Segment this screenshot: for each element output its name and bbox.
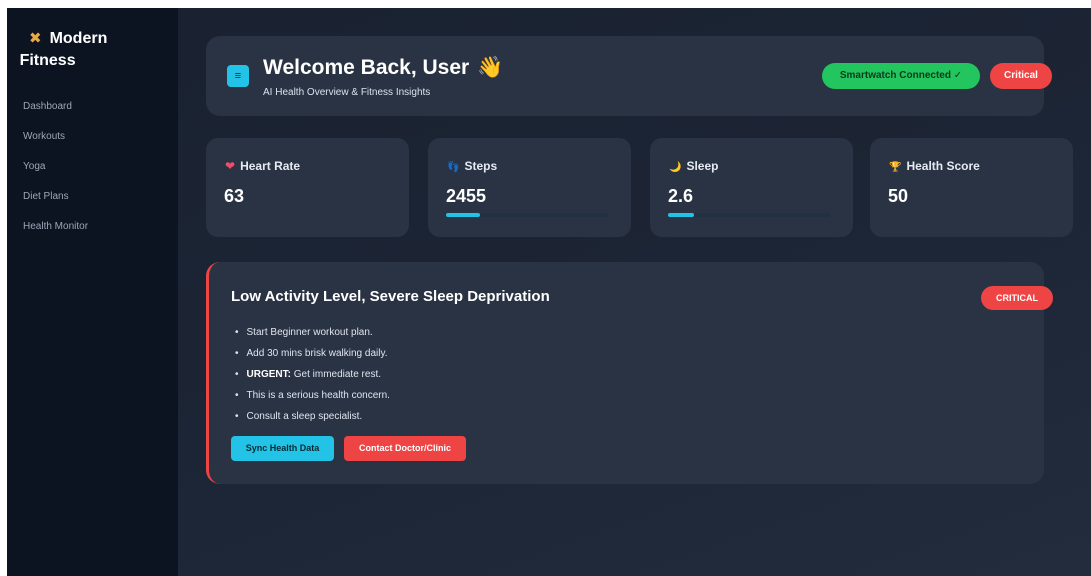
- stat-card-sleep: 🌙 Sleep 2.6: [650, 138, 853, 237]
- alert-title: Low Activity Level, Severe Sleep Depriva…: [231, 288, 550, 305]
- contact-doctor-button[interactable]: Contact Doctor/Clinic: [344, 436, 466, 461]
- main-content: ≡ Welcome Back, User 👋 AI Health Overview…: [178, 8, 1091, 576]
- urgent-label: URGENT:: [246, 369, 291, 380]
- health-score-value: 50: [888, 186, 909, 206]
- sidebar-item-health-monitor[interactable]: Health Monitor: [23, 212, 178, 242]
- brand-name-line1: Modern: [49, 30, 108, 47]
- list-item-text: Get immediate rest.: [290, 369, 381, 380]
- trophy-icon: 🏆: [889, 162, 902, 173]
- critical-badge: CRITICAL: [981, 286, 1053, 310]
- steps-progress-bar: [446, 213, 608, 217]
- stat-label: ❤ Heart Rate: [225, 159, 300, 173]
- moon-icon: 🌙: [669, 162, 682, 173]
- steps-value: 2455: [446, 186, 487, 206]
- heart-icon: ❤: [225, 159, 236, 173]
- welcome-text: Welcome Back, User: [263, 56, 470, 79]
- brand-name-line2: Fitness: [19, 52, 76, 69]
- welcome-header: ≡ Welcome Back, User 👋 AI Health Overview…: [206, 36, 1052, 116]
- sidebar-item-workouts[interactable]: Workouts: [23, 122, 178, 152]
- health-alert-card: Low Activity Level, Severe Sleep Depriva…: [206, 262, 1053, 484]
- page-title: Welcome Back, User 👋: [263, 56, 503, 80]
- sidebar-item-diet-plans[interactable]: Diet Plans: [23, 182, 178, 212]
- sidebar: ✖ Modern Fitness Dashboard Workouts Yoga…: [7, 8, 178, 576]
- sleep-progress-fill: [668, 213, 694, 217]
- sidebar-item-dashboard[interactable]: Dashboard: [23, 92, 178, 122]
- steps-icon: 👣: [447, 162, 460, 173]
- recommendation-list: • Start Beginner workout plan. • Add 30 mi…: [235, 322, 390, 427]
- list-item: • Start Beginner workout plan.: [235, 327, 373, 338]
- list-item-text: Start Beginner workout plan.: [246, 327, 373, 338]
- sleep-value: 2.6: [668, 186, 694, 206]
- stat-card-heart-rate: ❤ Heart Rate 63: [206, 138, 409, 237]
- stat-label-text: Steps: [464, 159, 498, 173]
- page-subtitle: AI Health Overview & Fitness Insights: [263, 87, 431, 98]
- brand-logo[interactable]: ✖ Modern Fitness: [19, 28, 178, 72]
- heart-rate-value: 63: [224, 186, 245, 206]
- list-item-text: This is a serious health concern.: [246, 390, 390, 401]
- smartwatch-status-badge[interactable]: Smartwatch Connected ✓: [822, 63, 980, 89]
- list-item: • This is a serious health concern.: [235, 390, 390, 401]
- stat-label-text: Health Score: [906, 159, 980, 173]
- app-window: ✖ Modern Fitness Dashboard Workouts Yoga…: [7, 8, 1091, 576]
- sync-health-data-button[interactable]: Sync Health Data: [231, 436, 334, 461]
- sleep-progress-bar: [668, 213, 830, 217]
- sidebar-item-yoga[interactable]: Yoga: [23, 152, 178, 182]
- list-item: • Consult a sleep specialist.: [235, 411, 363, 422]
- list-item-text: Add 30 mins brisk walking daily.: [246, 348, 388, 359]
- stat-card-steps: 👣 Steps 2455: [428, 138, 631, 237]
- health-status-badge[interactable]: Critical: [990, 63, 1052, 89]
- menu-icon[interactable]: ≡: [227, 65, 249, 87]
- stat-label: 👣 Steps: [447, 159, 497, 173]
- stat-card-health-score: 🏆 Health Score 50: [870, 138, 1073, 237]
- list-item: • URGENT: Get immediate rest.: [235, 369, 381, 380]
- stat-label: 🏆 Health Score: [889, 159, 980, 173]
- stat-label: 🌙 Sleep: [669, 159, 718, 173]
- stat-label-text: Heart Rate: [240, 159, 301, 173]
- list-item: • Add 30 mins brisk walking daily.: [235, 348, 388, 359]
- stat-label-text: Sleep: [686, 159, 719, 173]
- dumbbell-icon: ✖: [29, 30, 42, 47]
- steps-progress-fill: [446, 213, 481, 217]
- list-item-text: Consult a sleep specialist.: [246, 411, 363, 422]
- wave-icon: 👋: [477, 56, 504, 79]
- sidebar-nav: Dashboard Workouts Yoga Diet Plans Healt…: [23, 92, 178, 242]
